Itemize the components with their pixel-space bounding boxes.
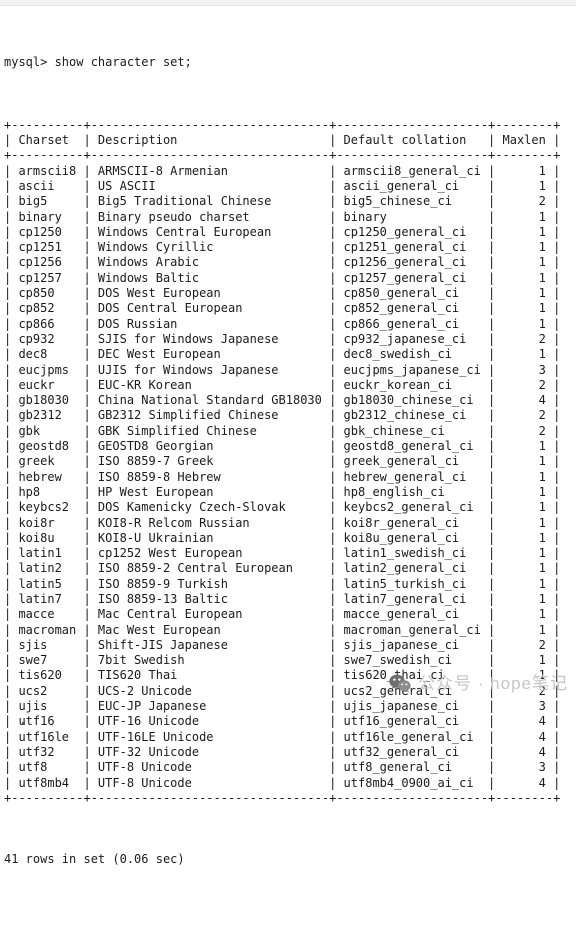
table-row: | cp932 | SJIS for Windows Japanese | cp… xyxy=(4,331,561,346)
result-table: +----------+----------------------------… xyxy=(4,118,576,806)
table-row: | latin1 | cp1252 West European | latin1… xyxy=(4,546,561,561)
table-row: | greek | ISO 8859-7 Greek | greek_gener… xyxy=(4,454,561,469)
table-row: | cp1256 | Windows Arabic | cp1256_gener… xyxy=(4,255,561,270)
table-row: | koi8u | KOI8-U Ukrainian | koi8u_gener… xyxy=(4,530,561,545)
table-row: | cp866 | DOS Russian | cp866_general_ci… xyxy=(4,316,561,331)
table-row: | dec8 | DEC West European | dec8_swedis… xyxy=(4,347,561,362)
table-row: | ucs2 | UCS-2 Unicode | ucs2_general_ci… xyxy=(4,683,561,698)
cursor xyxy=(22,722,25,725)
table-border: +----------+----------------------------… xyxy=(4,790,561,805)
terminal-output[interactable]: mysql> show character set; +----------+-… xyxy=(0,6,576,944)
table-row: | cp1250 | Windows Central European | cp… xyxy=(4,224,561,239)
table-row: | macce | Mac Central European | macce_g… xyxy=(4,607,561,622)
table-row: | utf16le | UTF-16LE Unicode | utf16le_g… xyxy=(4,729,561,744)
table-row: | armscii8 | ARMSCII-8 Armenian | armsci… xyxy=(4,163,561,178)
table-row: | keybcs2 | DOS Kamenicky Czech-Slovak |… xyxy=(4,500,561,515)
table-row: | binary | Binary pseudo charset | binar… xyxy=(4,209,561,224)
table-row: | eucjpms | UJIS for Windows Japanese | … xyxy=(4,362,561,377)
table-row: | hp8 | HP West European | hp8_english_c… xyxy=(4,484,561,499)
table-row: | latin7 | ISO 8859-13 Baltic | latin7_g… xyxy=(4,591,561,606)
table-row: | gb18030 | China National Standard GB18… xyxy=(4,393,561,408)
table-row: | gbk | GBK Simplified Chinese | gbk_chi… xyxy=(4,423,561,438)
table-row: | gb2312 | GB2312 Simplified Chinese | g… xyxy=(4,408,561,423)
table-border: +----------+----------------------------… xyxy=(4,117,561,132)
table-row: | ascii | US ASCII | ascii_general_ci | … xyxy=(4,178,561,193)
table-row: | ujis | EUC-JP Japanese | ujis_japanese… xyxy=(4,699,561,714)
table-row: | cp1257 | Windows Baltic | cp1257_gener… xyxy=(4,270,561,285)
table-row: | macroman | Mac West European | macroma… xyxy=(4,622,561,637)
table-row: | cp852 | DOS Central European | cp852_g… xyxy=(4,301,561,316)
table-row: | sjis | Shift-JIS Japanese | sjis_japan… xyxy=(4,637,561,652)
table-row: | utf8 | UTF-8 Unicode | utf8_general_ci… xyxy=(4,760,561,775)
table-row: | geostd8 | GEOSTD8 Georgian | geostd8_g… xyxy=(4,439,561,454)
table-row: | utf16 | UTF-16 Unicode | utf16_general… xyxy=(4,714,561,729)
prompt-line: mysql> show character set; xyxy=(4,54,192,69)
table-row: | big5 | Big5 Traditional Chinese | big5… xyxy=(4,194,561,209)
table-row: | hebrew | ISO 8859-8 Hebrew | hebrew_ge… xyxy=(4,469,561,484)
table-row: | cp850 | DOS West European | cp850_gene… xyxy=(4,286,561,301)
table-row: | euckr | EUC-KR Korean | euckr_korean_c… xyxy=(4,377,561,392)
table-row: | latin5 | ISO 8859-9 Turkish | latin5_t… xyxy=(4,576,561,591)
table-row: | latin2 | ISO 8859-2 Central European |… xyxy=(4,561,561,576)
table-row: | tis620 | TIS620 Thai | tis620_thai_ci … xyxy=(4,668,561,683)
table-row: | swe7 | 7bit Swedish | swe7_swedish_ci … xyxy=(4,653,561,668)
table-row: | Charset | Description | Default collat… xyxy=(4,133,561,148)
table-row: | koi8r | KOI8-R Relcom Russian | koi8r_… xyxy=(4,515,561,530)
result-footer: 41 rows in set (0.06 sec) xyxy=(4,852,185,867)
table-row: | utf8mb4 | UTF-8 Unicode | utf8mb4_0900… xyxy=(4,775,561,790)
table-row: | cp1251 | Windows Cyrillic | cp1251_gen… xyxy=(4,240,561,255)
table-row: | utf32 | UTF-32 Unicode | utf32_general… xyxy=(4,744,561,759)
table-border: +----------+----------------------------… xyxy=(4,148,561,163)
